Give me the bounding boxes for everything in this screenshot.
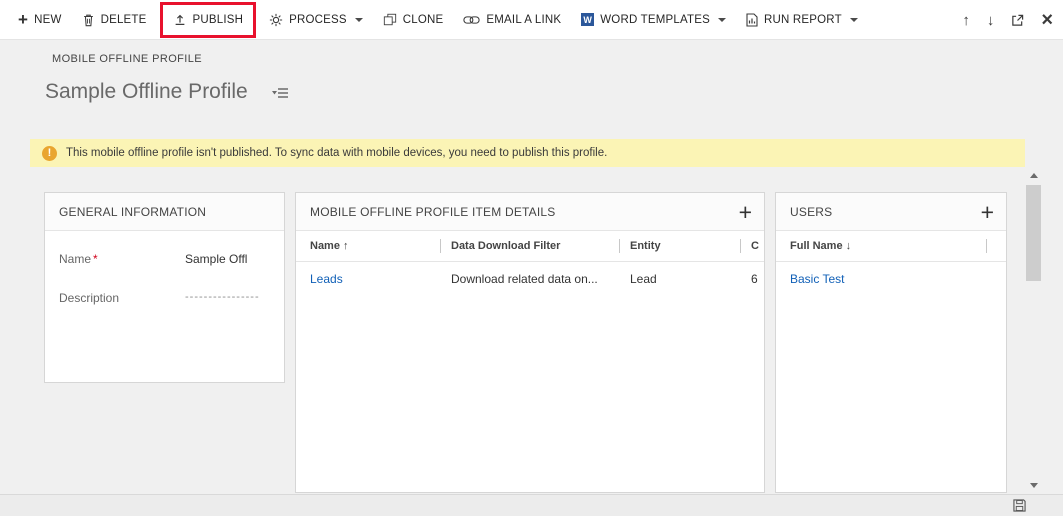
users-column-headers: Full Name ↓ bbox=[776, 231, 1006, 262]
name-label-text: Name bbox=[59, 252, 92, 266]
description-field-row: Description ---------------- bbox=[45, 291, 284, 305]
name-field-row: Name * Sample Offl bbox=[45, 252, 284, 266]
previous-record-icon[interactable]: ↑ bbox=[962, 13, 970, 28]
clone-icon bbox=[383, 13, 397, 26]
process-button-label: PROCESS bbox=[289, 13, 347, 26]
save-icon[interactable] bbox=[1013, 499, 1026, 512]
add-profile-item-button[interactable]: + bbox=[739, 200, 752, 223]
run-report-label: RUN REPORT bbox=[763, 13, 842, 26]
close-icon[interactable]: × bbox=[1041, 10, 1053, 30]
status-bar bbox=[0, 494, 1063, 516]
chevron-down-icon bbox=[717, 17, 726, 22]
column-header-full-name[interactable]: Full Name ↓ bbox=[790, 240, 986, 252]
clone-button[interactable]: CLONE bbox=[373, 3, 454, 37]
column-header-filter[interactable]: Data Download Filter bbox=[441, 240, 619, 252]
general-information-panel: GENERAL INFORMATION Name * Sample Offl De… bbox=[44, 192, 285, 383]
profile-item-details-header: MOBILE OFFLINE PROFILE ITEM DETAILS + bbox=[296, 193, 764, 231]
item-details-row: Leads Download related data on... Lead 6 bbox=[296, 262, 764, 296]
sort-desc-icon: ↓ bbox=[845, 240, 852, 252]
general-information-title: GENERAL INFORMATION bbox=[59, 204, 207, 219]
description-field-label: Description bbox=[59, 291, 120, 305]
run-report-button[interactable]: RUN REPORT bbox=[736, 3, 868, 37]
clone-button-label: CLONE bbox=[402, 13, 444, 26]
new-button[interactable]: + NEW bbox=[8, 3, 72, 37]
publish-icon bbox=[173, 13, 187, 27]
column-full-name-text: Full Name bbox=[790, 240, 843, 252]
delete-button-label: DELETE bbox=[100, 13, 147, 26]
scroll-up-icon bbox=[1029, 173, 1038, 178]
description-field-value[interactable]: ---------------- bbox=[185, 291, 284, 303]
column-name-text: Name bbox=[310, 240, 340, 252]
next-record-icon[interactable]: ↓ bbox=[987, 13, 995, 28]
word-templates-label: WORD TEMPLATES bbox=[600, 13, 710, 26]
required-asterisk: * bbox=[93, 252, 98, 266]
scrollbar-thumb[interactable] bbox=[1026, 185, 1041, 281]
item-filter-cell: Download related data on... bbox=[451, 272, 598, 286]
word-icon: W bbox=[581, 13, 595, 26]
item-entity-cell: Lead bbox=[630, 272, 657, 286]
item-name-link[interactable]: Leads bbox=[310, 272, 440, 286]
profile-item-details-title: MOBILE OFFLINE PROFILE ITEM DETAILS bbox=[310, 204, 556, 219]
record-type-label: MOBILE OFFLINE PROFILE bbox=[52, 53, 202, 65]
email-a-link-label: EMAIL A LINK bbox=[486, 13, 562, 26]
email-a-link-button[interactable]: EMAIL A LINK bbox=[453, 3, 571, 37]
users-row: Basic Test bbox=[776, 262, 1006, 296]
user-full-name-link[interactable]: Basic Test bbox=[790, 272, 986, 286]
vertical-scrollbar[interactable] bbox=[1025, 167, 1042, 494]
command-bar: + NEW DELETE PUBLISH PROCESS CLONE EMAIL… bbox=[0, 0, 1063, 40]
column-header-extra[interactable]: C bbox=[741, 240, 764, 252]
link-chain-icon bbox=[463, 15, 481, 25]
report-icon bbox=[746, 12, 758, 27]
chevron-down-icon bbox=[354, 17, 363, 22]
item-details-column-headers: Name ↑ Data Download Filter Entity C bbox=[296, 231, 764, 262]
item-extra-cell: 6 bbox=[751, 272, 758, 286]
unpublished-warning-banner: ! This mobile offline profile isn't publ… bbox=[30, 139, 1025, 167]
column-divider bbox=[986, 239, 987, 253]
general-information-header: GENERAL INFORMATION bbox=[45, 193, 284, 231]
column-header-entity[interactable]: Entity bbox=[620, 240, 740, 252]
pop-out-icon[interactable] bbox=[1011, 14, 1024, 27]
process-button[interactable]: PROCESS bbox=[259, 3, 373, 37]
add-user-button[interactable]: + bbox=[981, 200, 994, 223]
warning-icon: ! bbox=[42, 145, 57, 161]
publish-button-label: PUBLISH bbox=[192, 13, 244, 26]
scroll-down-icon bbox=[1029, 483, 1038, 488]
trash-icon bbox=[82, 13, 95, 27]
warning-message: This mobile offline profile isn't publis… bbox=[66, 147, 608, 159]
new-button-label: NEW bbox=[34, 13, 62, 26]
column-header-name[interactable]: Name ↑ bbox=[310, 240, 440, 252]
name-field-label: Name * bbox=[59, 252, 185, 266]
delete-button[interactable]: DELETE bbox=[72, 3, 157, 37]
plus-icon: + bbox=[18, 10, 29, 29]
users-header: USERS + bbox=[776, 193, 1006, 231]
publish-highlight-annotation: PUBLISH bbox=[159, 1, 257, 38]
scroll-down-button[interactable] bbox=[1025, 477, 1042, 494]
scroll-up-button[interactable] bbox=[1025, 167, 1042, 184]
users-title: USERS bbox=[790, 204, 833, 219]
word-templates-button[interactable]: W WORD TEMPLATES bbox=[571, 3, 736, 37]
process-gear-icon bbox=[269, 13, 283, 27]
chevron-down-icon bbox=[849, 17, 858, 22]
name-field-value[interactable]: Sample Offl bbox=[185, 252, 284, 266]
title-view-selector-icon[interactable] bbox=[272, 87, 289, 100]
profile-item-details-panel: MOBILE OFFLINE PROFILE ITEM DETAILS + Na… bbox=[295, 192, 765, 493]
page-title: Sample Offline Profile bbox=[45, 80, 248, 103]
sort-asc-icon: ↑ bbox=[342, 240, 349, 252]
users-panel: USERS + Full Name ↓ Basic Test bbox=[775, 192, 1007, 493]
record-navigation: ↑ ↓ × bbox=[962, 0, 1053, 40]
publish-button[interactable]: PUBLISH bbox=[163, 5, 254, 35]
app-window: + NEW DELETE PUBLISH PROCESS CLONE EMAIL… bbox=[0, 0, 1063, 516]
